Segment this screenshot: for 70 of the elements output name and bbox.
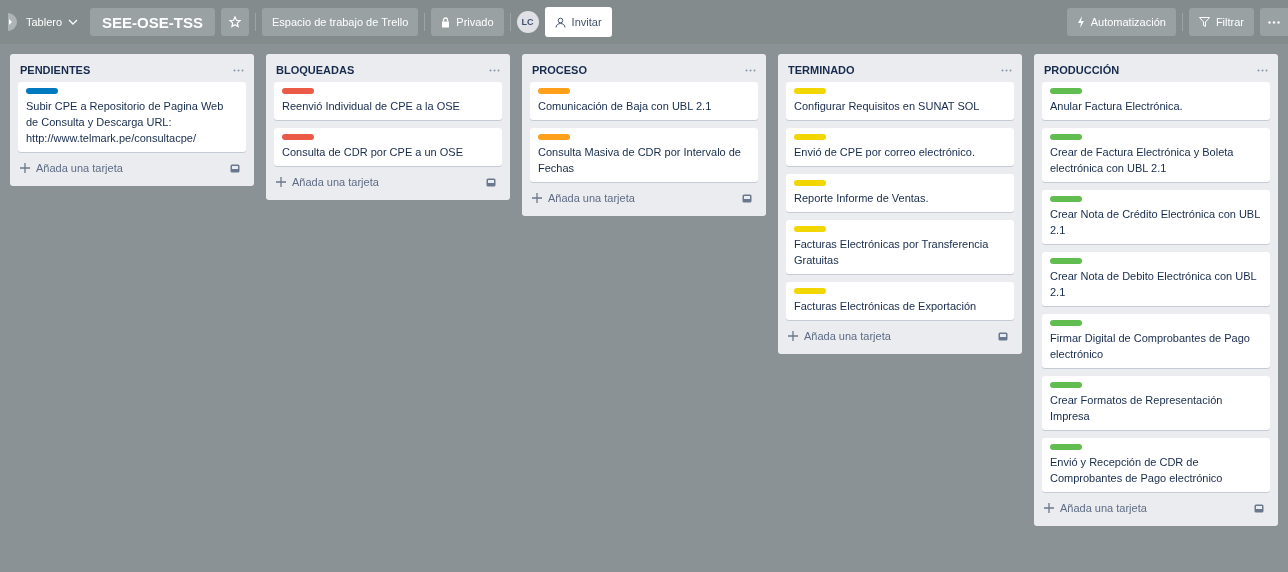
template-icon[interactable] xyxy=(998,331,1008,341)
lock-icon xyxy=(441,16,451,28)
card-title: Envió de CPE por correo electrónico. xyxy=(794,145,976,160)
card[interactable]: Envió de CPE por correo electrónico. xyxy=(786,128,1014,166)
plus-icon xyxy=(276,177,286,187)
more-icon[interactable] xyxy=(1001,68,1012,72)
more-icon[interactable] xyxy=(745,68,756,72)
star-icon xyxy=(228,16,241,28)
card-title: Envió y Recepción de CDR de Comprobantes de Pago electrónico xyxy=(1050,455,1224,486)
more-icon[interactable] xyxy=(233,68,244,72)
card-title: Crear Nota de Debito Electrónica con UBL 2.1 xyxy=(1050,269,1258,300)
plus-icon xyxy=(1044,503,1054,513)
template-icon[interactable] xyxy=(1254,503,1264,513)
invite-button[interactable]: Invitar xyxy=(544,7,612,37)
add-card-button[interactable]: Añada una tarjeta xyxy=(532,188,635,208)
person-icon xyxy=(554,16,566,28)
list-title[interactable]: TERMINADO xyxy=(788,64,855,76)
card[interactable]: Configurar Requisitos en SUNAT SOL xyxy=(786,82,1014,120)
caret-icon xyxy=(68,19,79,25)
card-title: Configurar Requisitos en SUNAT SOL xyxy=(794,99,981,114)
card[interactable]: Reenvió Individual de CPE a la OSE xyxy=(274,82,502,120)
more-icon xyxy=(1268,20,1280,24)
list-title[interactable]: PRODUCCIÓN xyxy=(1044,64,1120,76)
template-icon[interactable] xyxy=(742,193,752,203)
card-title: Anular Factura Electrónica. xyxy=(1050,99,1184,114)
card[interactable]: Crear Formatos de Representación Impresa xyxy=(1042,376,1270,430)
bolt-icon xyxy=(1076,16,1085,28)
card[interactable]: Comunicación de Baja con UBL 2.1 xyxy=(530,82,758,120)
card[interactable]: Firmar Digital de Comprobantes de Pago electrónico xyxy=(1042,314,1270,368)
board-icon[interactable] xyxy=(8,13,18,31)
plus-icon xyxy=(788,331,798,341)
card-title: Facturas Electrónicas de Exportación xyxy=(794,299,978,314)
card-title: Reenvió Individual de CPE a la OSE xyxy=(282,99,461,114)
more-icon[interactable] xyxy=(489,68,500,72)
card[interactable]: Reporte Informe de Ventas. xyxy=(786,174,1014,212)
list-title[interactable]: BLOQUEADAS xyxy=(276,64,355,76)
card-title: Crear Formatos de Representación Impresa xyxy=(1050,393,1224,424)
card[interactable]: Consulta Masiva de CDR por Intervalo de Fechas xyxy=(530,128,758,182)
card-title: Subir CPE a Repositorio de Pagina Web de Consulta y Descarga URL: http://www.telmark.pe/consultacpe/ xyxy=(26,99,225,146)
more-icon[interactable] xyxy=(1257,68,1268,72)
card[interactable]: Crear Nota de Crédito Electrónica con UBL 2.1 xyxy=(1042,190,1270,244)
card[interactable]: Envió y Recepción de CDR de Comprobantes de Pago electrónico xyxy=(1042,438,1270,492)
card-title: Crear de Factura Electrónica y Boleta electrónica con UBL 2.1 xyxy=(1050,145,1235,176)
add-card-button[interactable]: Añada una tarjeta xyxy=(1044,498,1147,518)
card-title: Crear Nota de Crédito Electrónica con UBL 2.1 xyxy=(1050,207,1261,238)
card[interactable]: Crear de Factura Electrónica y Boleta electrónica con UBL 2.1 xyxy=(1042,128,1270,182)
card-title: Consulta Masiva de CDR por Intervalo de Fechas xyxy=(538,145,742,176)
card-title: Reporte Informe de Ventas. xyxy=(794,191,930,206)
add-card-button[interactable]: Añada una tarjeta xyxy=(20,158,123,178)
template-icon[interactable] xyxy=(486,177,496,187)
add-card-button[interactable]: Añada una tarjeta xyxy=(276,172,379,192)
card-title: Facturas Electrónicas por Transferencia Gratuitas xyxy=(794,237,990,268)
card-title: Consulta de CDR por CPE a un OSE xyxy=(282,145,464,160)
card[interactable]: Facturas Electrónicas de Exportación xyxy=(786,282,1014,320)
member-avatar[interactable]: LC xyxy=(516,11,539,33)
filter-icon xyxy=(1198,17,1210,27)
card[interactable]: Consulta de CDR por CPE a un OSE xyxy=(274,128,502,166)
card[interactable]: Facturas Electrónicas por Transferencia Gratuitas xyxy=(786,220,1014,274)
list-title[interactable]: PROCESO xyxy=(532,64,587,76)
card-title: Firmar Digital de Comprobantes de Pago electrónico xyxy=(1050,331,1251,362)
card[interactable]: Subir CPE a Repositorio de Pagina Web de Consulta y Descarga URL: http://www.telmark.pe/consultacpe/ xyxy=(18,82,246,152)
template-icon[interactable] xyxy=(230,163,240,173)
card[interactable]: Crear Nota de Debito Electrónica con UBL 2.1 xyxy=(1042,252,1270,306)
card-title: Comunicación de Baja con UBL 2.1 xyxy=(538,99,713,114)
add-card-button[interactable]: Añada una tarjeta xyxy=(788,326,891,346)
star-button[interactable] xyxy=(220,8,249,36)
list-title[interactable]: PENDIENTES xyxy=(20,64,91,76)
plus-icon xyxy=(20,163,30,173)
plus-icon xyxy=(532,193,542,203)
card[interactable]: Anular Factura Electrónica. xyxy=(1042,82,1270,120)
